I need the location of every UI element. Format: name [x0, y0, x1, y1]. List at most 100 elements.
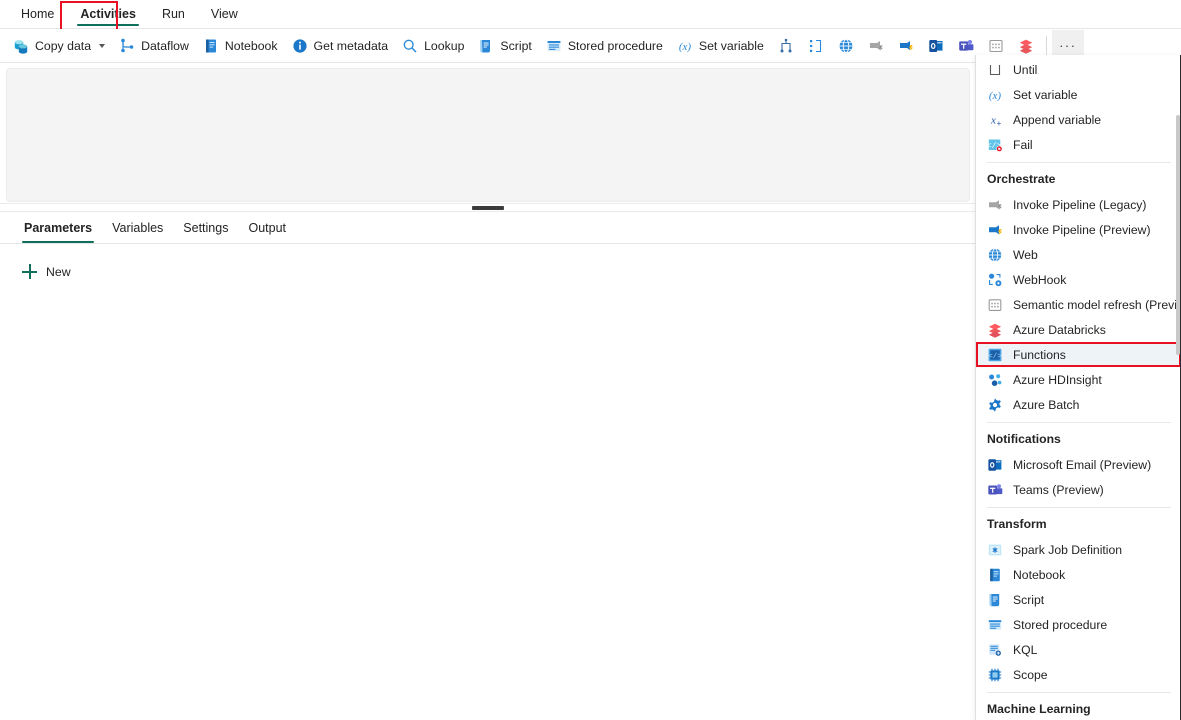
- azure-batch-icon: [987, 397, 1003, 413]
- menu-item-until-label: Until: [1013, 63, 1037, 77]
- script-icon: [987, 592, 1003, 608]
- toolbar-stored-procedure-button[interactable]: Stored procedure: [539, 32, 670, 60]
- menu-item-spark-job-definition[interactable]: Spark Job Definition: [976, 537, 1181, 562]
- ribbon-tab-activities-label: Activities: [80, 7, 136, 21]
- menu-item-webhook[interactable]: WebHook: [976, 267, 1181, 292]
- menu-item-invoke-pipeline-preview[interactable]: Invoke Pipeline (Preview): [976, 217, 1181, 242]
- chevron-down-icon[interactable]: [99, 44, 105, 48]
- menu-item-set-variable-label: Set variable: [1013, 88, 1077, 102]
- splitter-grip-handle[interactable]: [472, 206, 504, 210]
- tab-variables[interactable]: Variables: [102, 221, 173, 243]
- toolbar-lookup-button[interactable]: Lookup: [395, 32, 471, 60]
- menu-item-invoke-pipeline-legacy-label: Invoke Pipeline (Legacy): [1013, 198, 1146, 212]
- stored-procedure-icon: [987, 617, 1003, 633]
- ribbon-tab-activities[interactable]: Activities: [67, 0, 149, 28]
- ribbon-tab-home-label: Home: [21, 7, 54, 21]
- azure-hdinsight-icon: [987, 372, 1003, 388]
- pipeline-editor-window: Home Activities Run View Copy data: [0, 0, 1181, 720]
- menu-item-web[interactable]: Web: [976, 242, 1181, 267]
- web-icon: [838, 38, 854, 54]
- notebook-icon: [203, 38, 219, 54]
- menu-item-teams-label: Teams (Preview): [1013, 483, 1104, 497]
- toolbar-microsoft-email-button[interactable]: [921, 32, 951, 60]
- append-variable-icon: x +: [987, 112, 1003, 128]
- get-metadata-icon: [292, 38, 308, 54]
- svg-text:</>: </>: [988, 353, 1002, 361]
- set-variable-icon: (x): [987, 87, 1003, 103]
- toolbar-invoke-pipeline-preview-button[interactable]: [891, 32, 921, 60]
- toolbar-invoke-pipeline-legacy-button[interactable]: [861, 32, 891, 60]
- tab-parameters[interactable]: Parameters: [14, 221, 102, 243]
- menu-item-set-variable[interactable]: (x) Set variable: [976, 82, 1181, 107]
- menu-item-functions-label: Functions: [1013, 348, 1066, 362]
- toolbar-set-variable-label: Set variable: [699, 39, 764, 53]
- fail-icon: </>: [987, 137, 1003, 153]
- menu-item-kql-label: KQL: [1013, 643, 1037, 657]
- pipeline-canvas-area[interactable]: [0, 64, 976, 202]
- toolbar-if-condition-button[interactable]: [801, 32, 831, 60]
- menu-item-functions[interactable]: </> Functions: [976, 342, 1181, 367]
- teams-icon: [987, 482, 1003, 498]
- menu-item-microsoft-email-label: Microsoft Email (Preview): [1013, 458, 1151, 472]
- tab-output[interactable]: Output: [238, 221, 296, 243]
- pipeline-canvas[interactable]: [6, 68, 970, 202]
- toolbar-dataflow-label: Dataflow: [141, 39, 189, 53]
- menu-item-invoke-pipeline-legacy[interactable]: Invoke Pipeline (Legacy): [976, 192, 1181, 217]
- menu-item-script[interactable]: Script: [976, 587, 1181, 612]
- ribbon-tab-run-label: Run: [162, 7, 185, 21]
- until-icon: [987, 62, 1003, 78]
- toolbar-get-metadata-button[interactable]: Get metadata: [285, 32, 396, 60]
- active-properties-tab-underline: [22, 241, 94, 244]
- svg-text:x: x: [990, 114, 996, 126]
- menu-item-stored-procedure[interactable]: Stored procedure: [976, 612, 1181, 637]
- menu-item-scope-label: Scope: [1013, 668, 1048, 682]
- toolbar-script-button[interactable]: Script: [471, 32, 538, 60]
- spark-job-definition-icon: [987, 542, 1003, 558]
- switch-icon: [778, 38, 794, 54]
- menu-item-azure-databricks[interactable]: Azure Databricks: [976, 317, 1181, 342]
- toolbar-switch-button[interactable]: [771, 32, 801, 60]
- invoke-pipeline-preview-icon: [898, 38, 914, 54]
- activities-overflow-flyout: Until (x) Set variable x + Append variab…: [975, 55, 1181, 720]
- menu-item-microsoft-email[interactable]: Microsoft Email (Preview): [976, 452, 1181, 477]
- ribbon-tab-strip: Home Activities Run View: [0, 0, 1181, 29]
- menu-group-header-notifications: Notifications: [976, 423, 1181, 452]
- menu-item-fail[interactable]: </> Fail: [976, 132, 1181, 157]
- menu-item-kql[interactable]: KQL: [976, 637, 1181, 662]
- tab-settings[interactable]: Settings: [173, 221, 238, 243]
- properties-tab-strip: Parameters Variables Settings Output: [0, 212, 976, 244]
- panel-splitter[interactable]: [0, 203, 976, 212]
- ribbon-tab-run[interactable]: Run: [149, 0, 198, 28]
- ribbon-tab-home[interactable]: Home: [8, 0, 67, 28]
- new-parameter-button[interactable]: New: [18, 260, 79, 283]
- menu-item-until[interactable]: Until: [976, 57, 1181, 82]
- toolbar-notebook-button[interactable]: Notebook: [196, 32, 285, 60]
- menu-item-notebook[interactable]: Notebook: [976, 562, 1181, 587]
- notebook-icon: [987, 567, 1003, 583]
- functions-highlight-box: [976, 342, 1181, 367]
- tab-settings-label: Settings: [183, 221, 228, 235]
- web-icon: [987, 247, 1003, 263]
- invoke-pipeline-preview-icon: [987, 222, 1003, 238]
- ribbon-tab-view[interactable]: View: [198, 0, 251, 28]
- ribbon-tab-view-label: View: [211, 7, 238, 21]
- properties-panel: Parameters Variables Settings Output New: [0, 212, 976, 720]
- menu-item-teams[interactable]: Teams (Preview): [976, 477, 1181, 502]
- toolbar-stored-procedure-label: Stored procedure: [568, 39, 663, 53]
- toolbar-notebook-label: Notebook: [225, 39, 278, 53]
- menu-item-scope[interactable]: Scope: [976, 662, 1181, 687]
- toolbar-set-variable-button[interactable]: (x) Set variable: [670, 32, 771, 60]
- menu-item-azure-batch[interactable]: Azure Batch: [976, 392, 1181, 417]
- invoke-pipeline-legacy-icon: [868, 38, 884, 54]
- toolbar-dataflow-button[interactable]: Dataflow: [112, 32, 196, 60]
- menu-group-header-transform: Transform: [976, 508, 1181, 537]
- menu-item-stored-procedure-label: Stored procedure: [1013, 618, 1107, 632]
- menu-item-azure-hdinsight[interactable]: Azure HDInsight: [976, 367, 1181, 392]
- menu-item-invoke-pipeline-preview-label: Invoke Pipeline (Preview): [1013, 223, 1151, 237]
- menu-item-append-variable[interactable]: x + Append variable: [976, 107, 1181, 132]
- toolbar-web-button[interactable]: [831, 32, 861, 60]
- flyout-menu-list: Until (x) Set variable x + Append variab…: [976, 55, 1181, 720]
- azure-databricks-icon: [1018, 38, 1034, 54]
- menu-item-semantic-model-refresh[interactable]: Semantic model refresh (Preview): [976, 292, 1181, 317]
- toolbar-copy-data-button[interactable]: Copy data: [6, 32, 112, 60]
